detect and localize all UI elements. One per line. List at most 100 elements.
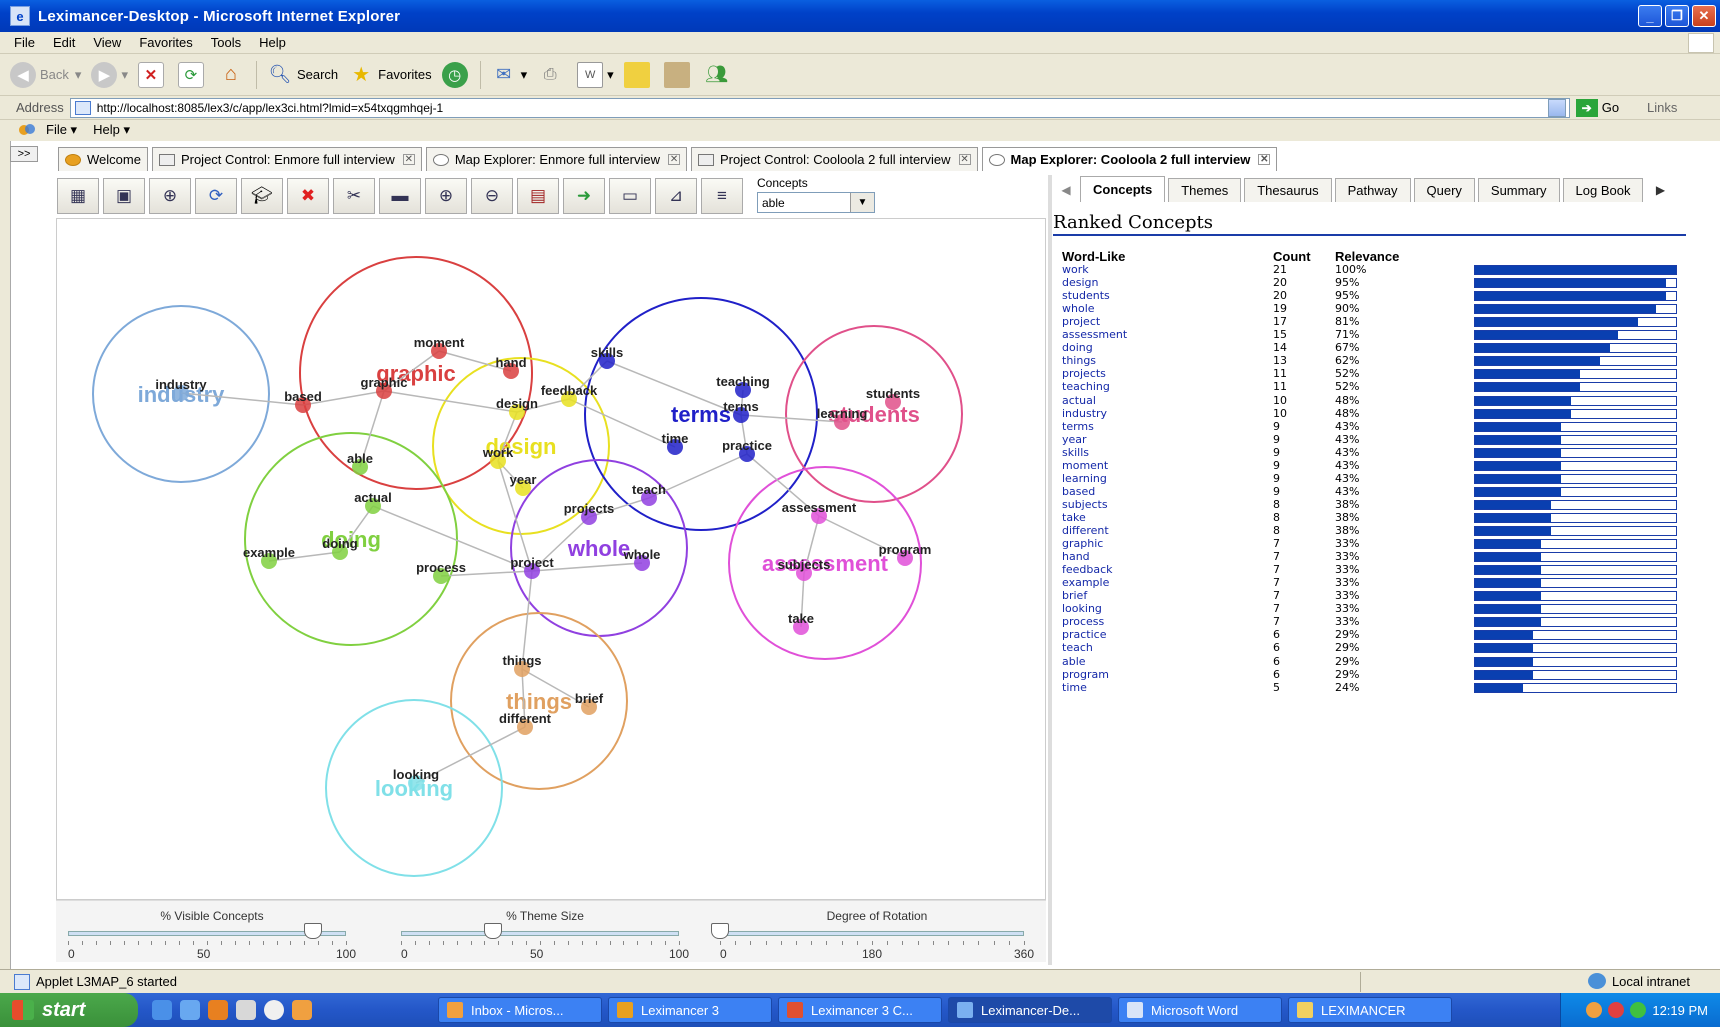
menu-file[interactable]: File <box>14 35 35 50</box>
concept-label-subjects[interactable]: subjects <box>778 557 831 572</box>
firefox-quicklaunch-icon[interactable] <box>208 1000 228 1020</box>
concept-word[interactable]: industry <box>1062 407 1107 420</box>
concept-label-project[interactable]: project <box>510 555 554 570</box>
tab-thesaurus[interactable]: Thesaurus <box>1244 178 1332 202</box>
media-quicklaunch-icon[interactable] <box>264 1000 284 1020</box>
back-button[interactable]: ◀ Back ▾ <box>10 61 81 88</box>
concept-word[interactable]: time <box>1062 681 1087 694</box>
concept-label-whole[interactable]: whole <box>623 547 661 562</box>
slider-thumb[interactable] <box>711 923 729 939</box>
concept-word[interactable]: design <box>1062 276 1099 289</box>
restore-button[interactable]: ❐ <box>1665 5 1689 27</box>
tab-project-control-enmore[interactable]: Project Control: Enmore full interview ✕ <box>151 147 422 171</box>
tab-concepts[interactable]: Concepts <box>1080 176 1166 202</box>
concept-word[interactable]: assessment <box>1062 328 1127 341</box>
task-leximancer-3-c[interactable]: Leximancer 3 C... <box>778 997 942 1023</box>
concept-label-students[interactable]: students <box>866 386 920 401</box>
concept-label-work[interactable]: work <box>482 445 514 460</box>
concept-word[interactable]: program <box>1062 668 1109 681</box>
concept-label-based[interactable]: based <box>284 389 322 404</box>
task-inbox[interactable]: Inbox - Micros... <box>438 997 602 1023</box>
concept-label-learning[interactable]: learning <box>817 406 868 421</box>
refresh-tool-button[interactable]: ⟳ <box>195 178 237 214</box>
mail-button[interactable]: ✉ ▾ <box>491 62 527 88</box>
history-button[interactable]: ◷ <box>441 61 472 88</box>
concept-label-feedback[interactable]: feedback <box>541 383 598 398</box>
concept-map[interactable]: industry graphic design terms students doing w… <box>56 218 1046 900</box>
close-tab-icon[interactable]: ✕ <box>1258 154 1271 165</box>
concept-label-design[interactable]: design <box>496 396 538 411</box>
concept-word[interactable]: learning <box>1062 472 1107 485</box>
concept-label-able[interactable]: able <box>347 451 373 466</box>
concept-word[interactable]: teach <box>1062 641 1093 654</box>
slider-track[interactable] <box>720 931 1024 936</box>
concept-label-process[interactable]: process <box>416 560 466 575</box>
concept-word[interactable]: subjects <box>1062 498 1108 511</box>
address-input[interactable]: http://localhost:8085/lex3/c/app/lex3ci.… <box>69 97 1570 118</box>
tab-pathway[interactable]: Pathway <box>1334 178 1411 202</box>
concept-label-program[interactable]: program <box>879 542 932 557</box>
go-button[interactable]: ➔ Go <box>1575 98 1619 117</box>
concept-label-year[interactable]: year <box>510 472 537 487</box>
print-button[interactable]: ⎙ <box>537 62 567 88</box>
concept-label-graphic[interactable]: graphic <box>361 375 408 390</box>
start-button[interactable]: start <box>0 993 138 1027</box>
outlook-quicklaunch-icon[interactable] <box>292 1000 312 1020</box>
concept-word[interactable]: take <box>1062 511 1086 524</box>
concept-label-things[interactable]: things <box>503 653 542 668</box>
close-button[interactable]: ✕ <box>1692 5 1716 27</box>
concept-word[interactable]: based <box>1062 485 1095 498</box>
minimize-button[interactable]: _ <box>1638 5 1662 27</box>
concept-word[interactable]: brief <box>1062 589 1087 602</box>
task-leximancer-3[interactable]: Leximancer 3 <box>608 997 772 1023</box>
concept-label-brief[interactable]: brief <box>575 691 604 706</box>
center-tool-button[interactable]: ⊕ <box>149 178 191 214</box>
concept-label-industry[interactable]: industry <box>155 377 207 392</box>
applet-menu-help[interactable]: Help ▾ <box>93 122 130 138</box>
tab-log-book[interactable]: Log Book <box>1562 178 1644 202</box>
slider-thumb[interactable] <box>483 923 502 939</box>
forward-button[interactable]: ▶ ▾ <box>91 61 128 88</box>
concept-label-actual[interactable]: actual <box>354 490 392 505</box>
concept-word[interactable]: graphic <box>1062 537 1103 550</box>
tab-summary[interactable]: Summary <box>1477 178 1560 202</box>
discuss-button[interactable] <box>623 61 654 88</box>
concept-label-different[interactable]: different <box>499 711 552 726</box>
concept-word[interactable]: hand <box>1062 550 1090 563</box>
address-dropdown-button[interactable] <box>1547 98 1566 117</box>
scroll-left-icon[interactable]: ◀ <box>1052 178 1080 202</box>
save-tool-button[interactable]: ▤ <box>517 178 559 214</box>
tab-query[interactable]: Query <box>1413 178 1475 202</box>
concept-word[interactable]: things <box>1062 354 1096 367</box>
research-button[interactable] <box>663 61 694 88</box>
concept-label-time[interactable]: time <box>662 431 689 446</box>
concept-word[interactable]: projects <box>1062 367 1106 380</box>
task-microsoft-word[interactable]: Microsoft Word <box>1118 997 1282 1023</box>
slider-track[interactable] <box>401 931 679 936</box>
scroll-right-icon[interactable]: ▶ <box>1646 178 1674 202</box>
concept-word[interactable]: looking <box>1062 602 1102 615</box>
menu-help[interactable]: Help <box>259 35 286 50</box>
close-tab-icon[interactable]: ✕ <box>402 154 415 165</box>
concept-word[interactable]: terms <box>1062 420 1094 433</box>
concept-map-canvas[interactable]: industry graphic design terms students doing w… <box>57 219 1047 901</box>
stop-button[interactable]: ✕ <box>137 61 168 88</box>
note-tool-button[interactable]: ▭ <box>609 178 651 214</box>
task-leximancer-folder[interactable]: LEXIMANCER <box>1288 997 1452 1023</box>
tab-welcome[interactable]: Welcome <box>58 147 148 171</box>
mortarboard-tool-button[interactable]: 🎓︎ <box>241 178 283 214</box>
concept-word[interactable]: moment <box>1062 459 1108 472</box>
concept-label-looking[interactable]: looking <box>393 767 439 782</box>
frame-tool-button[interactable]: ▣ <box>103 178 145 214</box>
concept-label-terms[interactable]: terms <box>723 399 758 414</box>
concept-word[interactable]: teaching <box>1062 380 1110 393</box>
concept-label-assessment[interactable]: assessment <box>782 500 857 515</box>
ie-quicklaunch-icon[interactable] <box>152 1000 172 1020</box>
home-button[interactable]: ⌂ <box>218 62 248 88</box>
concept-label-teach[interactable]: teach <box>632 482 666 497</box>
tab-themes[interactable]: Themes <box>1168 178 1242 202</box>
arrow-tool-button[interactable]: ➜ <box>563 178 605 214</box>
sidebar-collapse-button[interactable]: >> <box>10 146 38 162</box>
concept-word[interactable]: able <box>1062 655 1086 668</box>
tab-map-explorer-enmore[interactable]: Map Explorer: Enmore full interview ✕ <box>425 147 688 171</box>
